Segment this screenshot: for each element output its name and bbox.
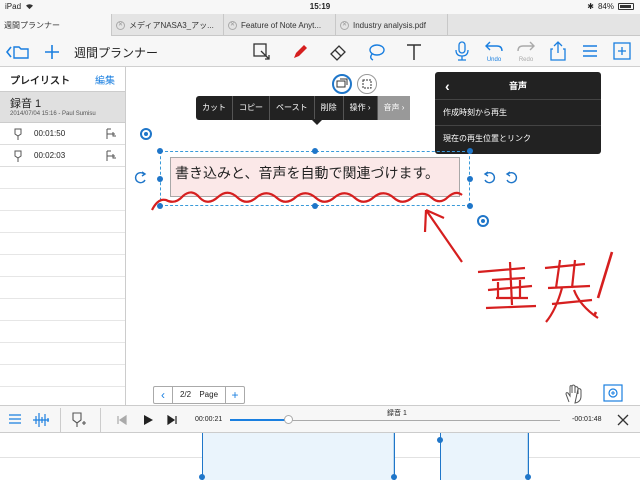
page-label: Page (199, 390, 219, 399)
timeline-marker-dot[interactable] (391, 474, 397, 480)
skip-back-icon[interactable] (117, 415, 127, 425)
close-icon[interactable] (617, 414, 629, 426)
skip-forward-icon[interactable] (167, 415, 177, 425)
page-navigator: ‹ 2/2 Page + (153, 386, 245, 404)
player-title: 録音 1 (387, 410, 407, 417)
zoom-window-icon (603, 384, 623, 402)
page-number: 2/2 (179, 390, 192, 399)
timeline-marker[interactable] (528, 433, 529, 480)
timeline-segment[interactable] (440, 433, 528, 480)
timeline-marker-dot[interactable] (199, 474, 205, 480)
playback-scrubber[interactable] (284, 415, 293, 424)
audio-player: 録音 1 00:00:21 -00:01:48 (0, 405, 640, 433)
waveform-icon[interactable] (32, 411, 50, 429)
hand-tool-button[interactable] (563, 384, 587, 404)
zoom-button[interactable] (603, 384, 627, 404)
timeline-marker[interactable] (394, 433, 395, 480)
timeline-marker-dot[interactable] (525, 474, 531, 480)
add-marker-icon[interactable] (72, 412, 86, 428)
add-page-button[interactable]: + (226, 387, 244, 403)
playback-progress (230, 419, 288, 421)
timeline-segment[interactable] (202, 433, 394, 480)
audio-timeline[interactable] (0, 433, 640, 480)
hand-icon (565, 384, 582, 404)
play-icon[interactable] (142, 414, 154, 426)
elapsed-time: 00:00:21 (195, 416, 223, 423)
timeline-marker-dot[interactable] (437, 437, 443, 443)
timeline-marker[interactable] (202, 433, 203, 480)
prev-page-button[interactable]: ‹ (154, 387, 172, 403)
remaining-time: -00:01:48 (572, 416, 602, 423)
list-view-icon[interactable] (8, 413, 22, 427)
